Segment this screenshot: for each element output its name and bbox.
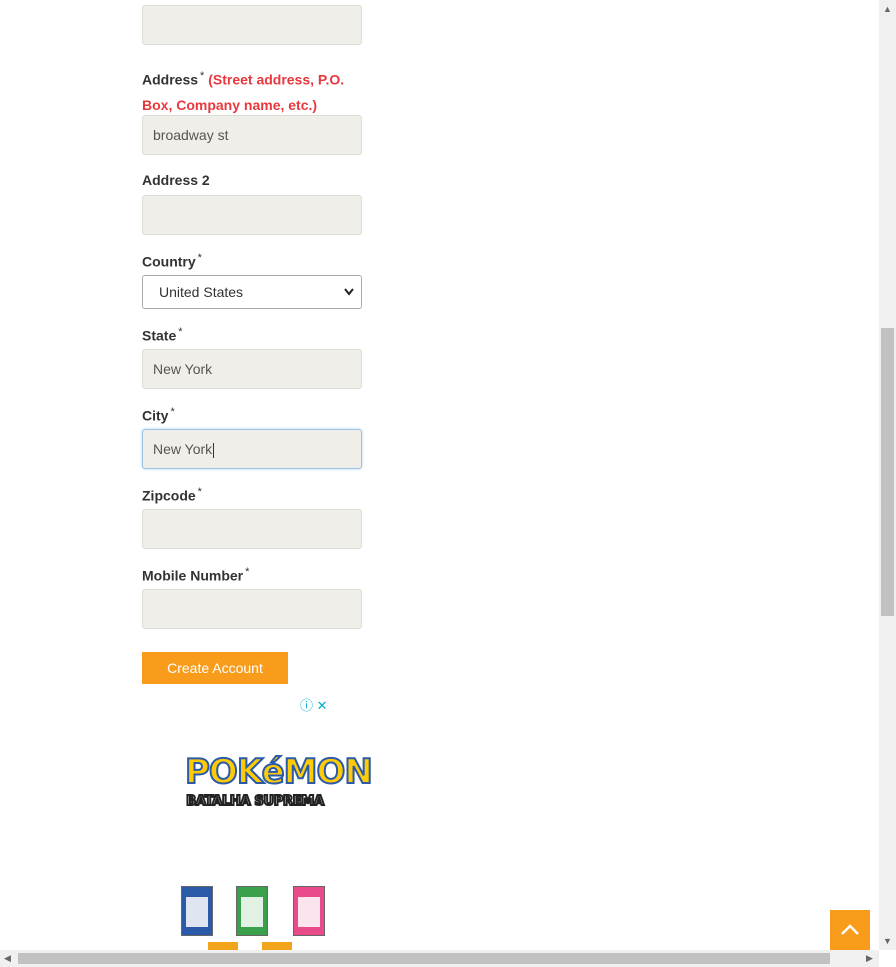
ad-product-pack bbox=[208, 942, 238, 950]
horizontal-scrollbar-thumb[interactable] bbox=[18, 953, 830, 964]
ad-product-pack bbox=[262, 942, 292, 950]
ad-banner[interactable]: POKéMON BATALHA SUPREMA bbox=[184, 751, 374, 810]
scroll-down-arrow-icon[interactable]: ▼ bbox=[883, 936, 892, 946]
chevron-up-icon bbox=[841, 924, 859, 935]
address-input[interactable]: broadway st bbox=[142, 115, 362, 155]
city-label: City * bbox=[142, 406, 175, 424]
ad-brand-logo: POKéMON bbox=[184, 751, 374, 793]
address-label: Address * (Street address, P.O. Box, Comp… bbox=[142, 70, 345, 113]
scroll-to-top-button[interactable] bbox=[830, 910, 870, 950]
mobile-input[interactable] bbox=[142, 589, 362, 629]
scroll-up-arrow-icon[interactable]: ▲ bbox=[883, 4, 892, 14]
address2-label: Address 2 bbox=[142, 172, 210, 188]
mobile-label: Mobile Number * bbox=[142, 566, 250, 584]
zipcode-label: Zipcode * bbox=[142, 486, 202, 504]
state-input[interactable]: New York bbox=[142, 349, 362, 389]
zipcode-input[interactable] bbox=[142, 509, 362, 549]
previous-field-input[interactable] bbox=[142, 5, 362, 45]
scroll-left-arrow-icon[interactable]: ◀ bbox=[4, 953, 11, 964]
chevron-down-icon bbox=[343, 276, 355, 320]
text-caret bbox=[213, 442, 215, 458]
country-select[interactable]: United States bbox=[142, 275, 362, 309]
ad-subtitle: BATALHA SUPREMA bbox=[185, 793, 325, 810]
country-label: Country * bbox=[142, 252, 202, 270]
ad-choices-close-icon[interactable]: ⓘ ✕ bbox=[300, 695, 328, 714]
country-selected-value: United States bbox=[159, 284, 244, 300]
ad-product-pack bbox=[236, 886, 268, 936]
ad-product-pack bbox=[293, 886, 325, 936]
state-label: State * bbox=[142, 326, 183, 344]
create-account-button[interactable]: Create Account bbox=[142, 652, 288, 684]
address2-input[interactable] bbox=[142, 195, 362, 235]
scroll-right-arrow-icon[interactable]: ▶ bbox=[866, 953, 873, 964]
vertical-scrollbar-thumb[interactable] bbox=[881, 328, 894, 616]
city-input-value: New York bbox=[153, 441, 213, 457]
city-input[interactable]: New York bbox=[142, 429, 362, 469]
ad-product-pack bbox=[181, 886, 213, 936]
